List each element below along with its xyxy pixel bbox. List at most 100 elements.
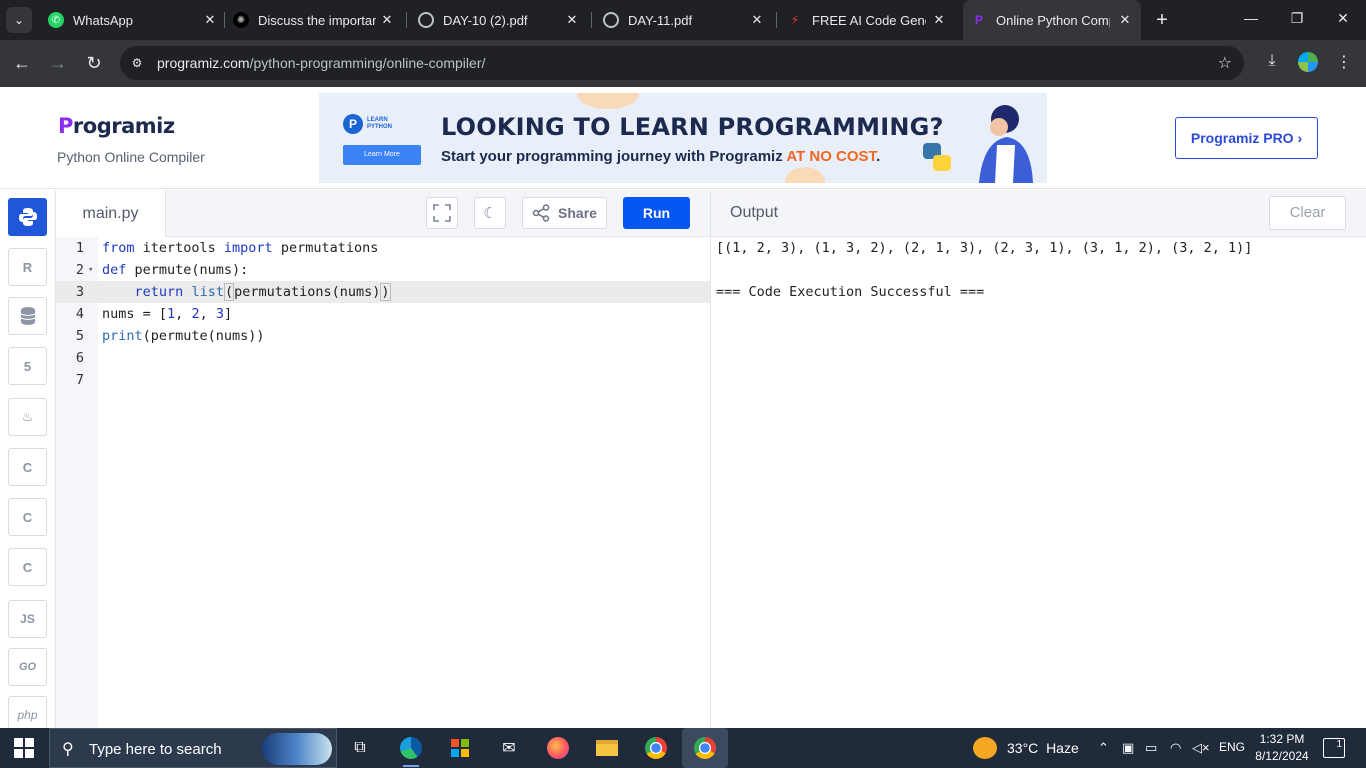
reload-icon[interactable]: ↻ <box>83 52 105 74</box>
menu-kebab-icon[interactable]: ⋮ <box>1333 52 1355 72</box>
file-tab-main-py[interactable]: main.py <box>56 190 166 237</box>
windows-start-icon[interactable] <box>14 738 34 758</box>
address-bar[interactable]: ⚙ programiz.com/python-programming/onlin… <box>120 46 1244 80</box>
globe-icon <box>603 12 619 28</box>
close-tab-icon[interactable]: ✕ <box>1117 12 1133 28</box>
bookmark-star-icon[interactable]: ☆ <box>1218 53 1232 73</box>
tab-discuss[interactable]: ✺ Discuss the importance ✕ <box>233 6 395 34</box>
database-icon <box>20 307 35 325</box>
lang-r[interactable]: R <box>8 248 47 286</box>
site-info-icon[interactable]: ⚙ <box>128 54 146 72</box>
mail-icon[interactable]: ✉ <box>495 734 523 762</box>
site-header: Programiz Python Online Compiler P LEARN… <box>0 87 1366 189</box>
tab-search-button[interactable]: ⌄ <box>6 7 32 33</box>
battery-icon[interactable]: ▭ <box>1145 740 1157 756</box>
code-editor[interactable]: 1 from itertools import permutations 2 ▾… <box>56 237 710 728</box>
code-line[interactable]: 7 <box>56 369 710 391</box>
code-line[interactable]: 5 print(permute(nums)) <box>56 325 710 347</box>
tab-online-python-compiler[interactable]: P Online Python Compiler ✕ <box>963 0 1141 40</box>
meet-icon[interactable]: ▣ <box>1122 740 1134 756</box>
url-text: programiz.com/python-programming/online-… <box>157 55 486 71</box>
programiz-pro-button[interactable]: Programiz PRO › <box>1175 117 1318 159</box>
ai-logo-icon: ⚡ <box>790 13 800 27</box>
csharp-icon: C <box>22 559 33 575</box>
whatsapp-icon: ✆ <box>48 12 64 28</box>
lang-c[interactable]: C <box>8 448 47 486</box>
php-icon: php <box>17 708 38 722</box>
code-line-active[interactable]: 3 return list(permutations(nums)) <box>56 281 710 303</box>
lang-java[interactable]: ♨ <box>8 398 47 436</box>
volume-muted-icon[interactable]: ◁× <box>1192 740 1210 756</box>
weather-widget[interactable]: 33°C Haze <box>973 737 1079 759</box>
edge-icon[interactable] <box>397 734 425 767</box>
lang-sql[interactable] <box>8 297 47 335</box>
lang-javascript[interactable]: JS <box>8 600 47 638</box>
close-tab-icon[interactable]: ✕ <box>202 12 218 28</box>
tab-whatsapp[interactable]: ✆ WhatsApp ✕ <box>48 6 218 34</box>
tab-ai-code-generator[interactable]: ⚡ FREE AI Code Generator ✕ <box>787 6 947 34</box>
lang-csharp[interactable]: C <box>8 548 47 586</box>
language-sidebar: R 5 ♨ C C C JS GO php <box>0 190 56 734</box>
fullscreen-button[interactable] <box>426 197 458 229</box>
close-tab-icon[interactable]: ✕ <box>749 12 765 28</box>
programiz-logo[interactable]: Programiz <box>58 114 175 138</box>
close-tab-icon[interactable]: ✕ <box>564 12 580 28</box>
globe-icon <box>418 12 434 28</box>
wifi-icon[interactable]: ◠ <box>1170 740 1181 756</box>
c-icon: C <box>22 459 33 475</box>
file-explorer-icon[interactable] <box>593 734 621 762</box>
task-view-icon[interactable]: ⧉ <box>346 734 374 762</box>
language-indicator[interactable]: ENG <box>1219 740 1245 754</box>
close-tab-icon[interactable]: ✕ <box>931 12 947 28</box>
banner-title: LOOKING TO LEARN PROGRAMMING? <box>441 113 944 141</box>
dark-mode-button[interactable]: ☾ <box>474 197 506 229</box>
learn-python-badge: P LEARN PYTHON <box>343 113 395 135</box>
banner-learn-more-button[interactable]: Learn More <box>343 145 421 165</box>
banner-decoration <box>785 167 825 183</box>
tab-day10-pdf[interactable]: DAY-10 (2).pdf ✕ <box>418 6 580 34</box>
minimize-icon[interactable]: — <box>1241 10 1261 26</box>
chrome-active-icon[interactable] <box>682 728 728 768</box>
taskbar-clock[interactable]: 1:32 PM 8/12/2024 <box>1252 731 1312 765</box>
output-header: Output Clear <box>710 190 1366 237</box>
ad-banner[interactable]: P LEARN PYTHON Learn More LOOKING TO LEAR… <box>319 93 1047 183</box>
lang-cpp[interactable]: C <box>8 498 47 536</box>
notification-center-icon[interactable]: 1 <box>1323 738 1345 758</box>
programiz-p-icon: P <box>343 114 363 134</box>
run-button[interactable]: Run <box>623 197 690 229</box>
forward-icon[interactable]: → <box>47 52 69 74</box>
search-highlight-art <box>262 733 332 765</box>
firefox-icon[interactable] <box>544 734 572 762</box>
output-line: === Code Execution Successful === <box>716 284 985 300</box>
lang-html[interactable]: 5 <box>8 347 47 385</box>
code-line[interactable]: 6 <box>56 347 710 369</box>
lang-go[interactable]: GO <box>8 648 47 686</box>
code-line[interactable]: 1 from itertools import permutations <box>56 237 710 259</box>
lang-python[interactable] <box>8 198 47 236</box>
close-window-icon[interactable]: ✕ <box>1333 10 1353 27</box>
store-icon[interactable] <box>446 734 474 762</box>
new-tab-button[interactable]: + <box>1152 10 1172 30</box>
cpp-icon: C <box>22 509 33 525</box>
taskbar-search[interactable]: ⚲ Type here to search <box>49 728 337 768</box>
go-icon: GO <box>18 661 37 673</box>
profile-avatar[interactable] <box>1298 52 1318 72</box>
chrome-icon[interactable] <box>642 734 670 762</box>
chevron-up-icon[interactable]: ⌃ <box>1098 740 1109 756</box>
restore-icon[interactable]: ❐ <box>1287 10 1307 27</box>
download-icon[interactable]: ⤓ <box>1261 52 1283 70</box>
close-tab-icon[interactable]: ✕ <box>379 12 395 28</box>
html5-icon: 5 <box>23 358 32 374</box>
search-icon: ⚲ <box>62 741 74 758</box>
back-icon[interactable]: ← <box>11 52 33 74</box>
share-button[interactable]: Share <box>522 197 607 229</box>
java-cup-icon: ♨ <box>21 409 34 424</box>
tab-separator <box>406 12 407 28</box>
fold-arrow-icon[interactable]: ▾ <box>88 259 93 281</box>
code-line[interactable]: 4 nums = [1, 2, 3] <box>56 303 710 325</box>
code-line[interactable]: 2 ▾ def permute(nums): <box>56 259 710 281</box>
tab-day11-pdf[interactable]: DAY-11.pdf ✕ <box>603 6 765 34</box>
js-icon: JS <box>20 612 35 626</box>
browser-tab-bar: ⌄ ✆ WhatsApp ✕ ✺ Discuss the importance … <box>0 0 1366 40</box>
clear-button[interactable]: Clear <box>1269 196 1346 230</box>
